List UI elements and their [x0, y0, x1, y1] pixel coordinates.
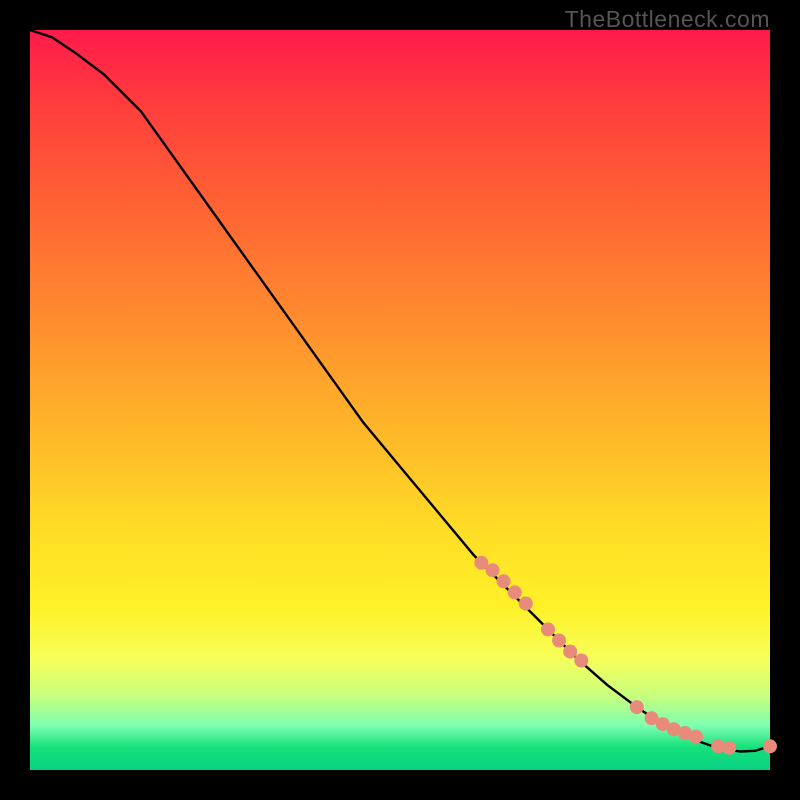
- curve-markers: [474, 556, 777, 755]
- watermark-text: TheBottleneck.com: [565, 6, 770, 33]
- marker-dot: [519, 597, 533, 611]
- marker-dot: [541, 622, 555, 636]
- marker-dot: [689, 730, 703, 744]
- marker-dot: [486, 563, 500, 577]
- marker-dot: [763, 739, 777, 753]
- marker-dot: [508, 585, 522, 599]
- marker-dot: [722, 741, 736, 755]
- marker-dot: [552, 634, 566, 648]
- bottleneck-curve: [30, 30, 770, 752]
- marker-dot: [563, 645, 577, 659]
- curve-layer: [30, 30, 770, 770]
- chart-frame: TheBottleneck.com: [0, 0, 800, 800]
- gradient-plot-area: [30, 30, 770, 770]
- marker-dot: [630, 700, 644, 714]
- marker-dot: [497, 574, 511, 588]
- marker-dot: [574, 654, 588, 668]
